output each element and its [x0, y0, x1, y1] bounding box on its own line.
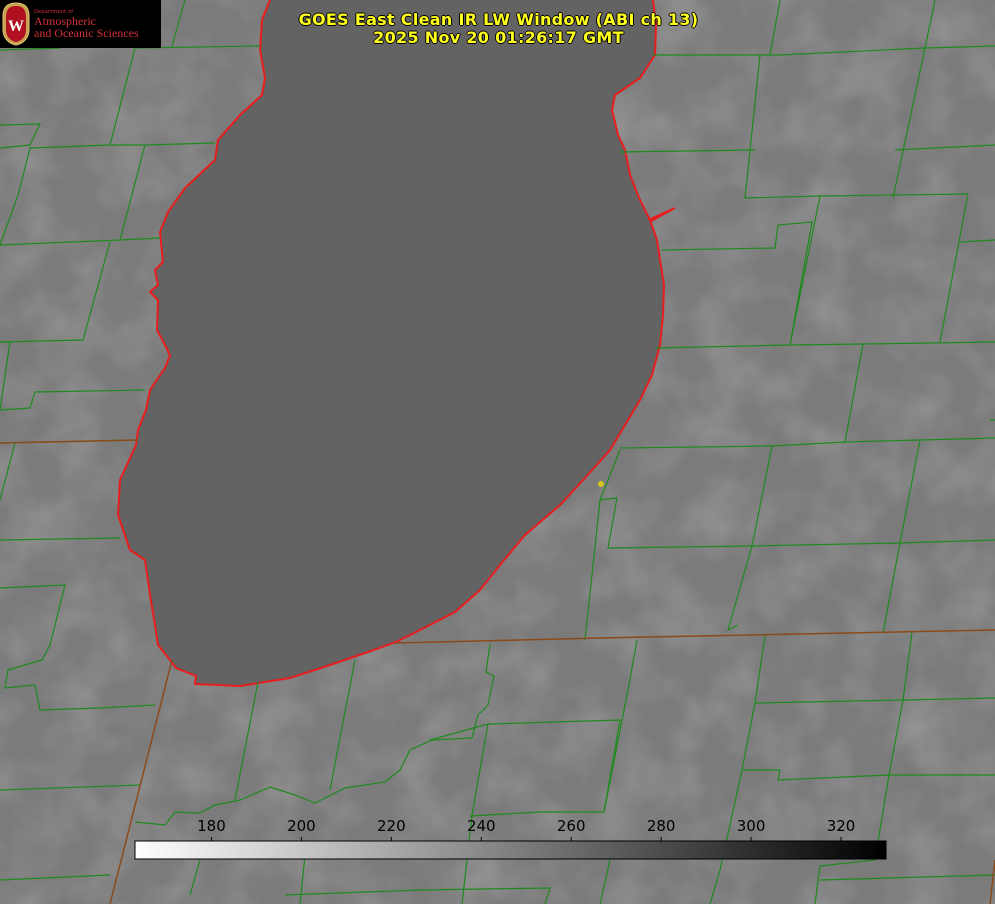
title-timestamp: 2025 Nov 20 01:26:17 GMT — [373, 28, 624, 47]
colorbar-tick-label: 280 — [647, 817, 676, 835]
colorbar-tick-label: 220 — [377, 817, 406, 835]
colorbar-tick-label: 260 — [557, 817, 586, 835]
location-marker — [598, 481, 604, 487]
satellite-map: 180 200 220 240 260 280 300 320 — [0, 0, 995, 904]
colorbar-tick-label: 320 — [827, 817, 856, 835]
colorbar-tick-label: 200 — [287, 817, 316, 835]
satellite-image-viewer: 180 200 220 240 260 280 300 320 W Department of… — [0, 0, 995, 904]
colorbar-tick-label: 300 — [737, 817, 766, 835]
colorbar-gradient — [134, 840, 887, 860]
colorbar-tick-label: 180 — [197, 817, 226, 835]
image-title: GOES East Clean IR LW Window (ABI ch 13)… — [0, 11, 995, 47]
title-product: GOES East Clean IR LW Window (ABI ch 13) — [298, 10, 699, 29]
colorbar-tick-label: 240 — [467, 817, 496, 835]
